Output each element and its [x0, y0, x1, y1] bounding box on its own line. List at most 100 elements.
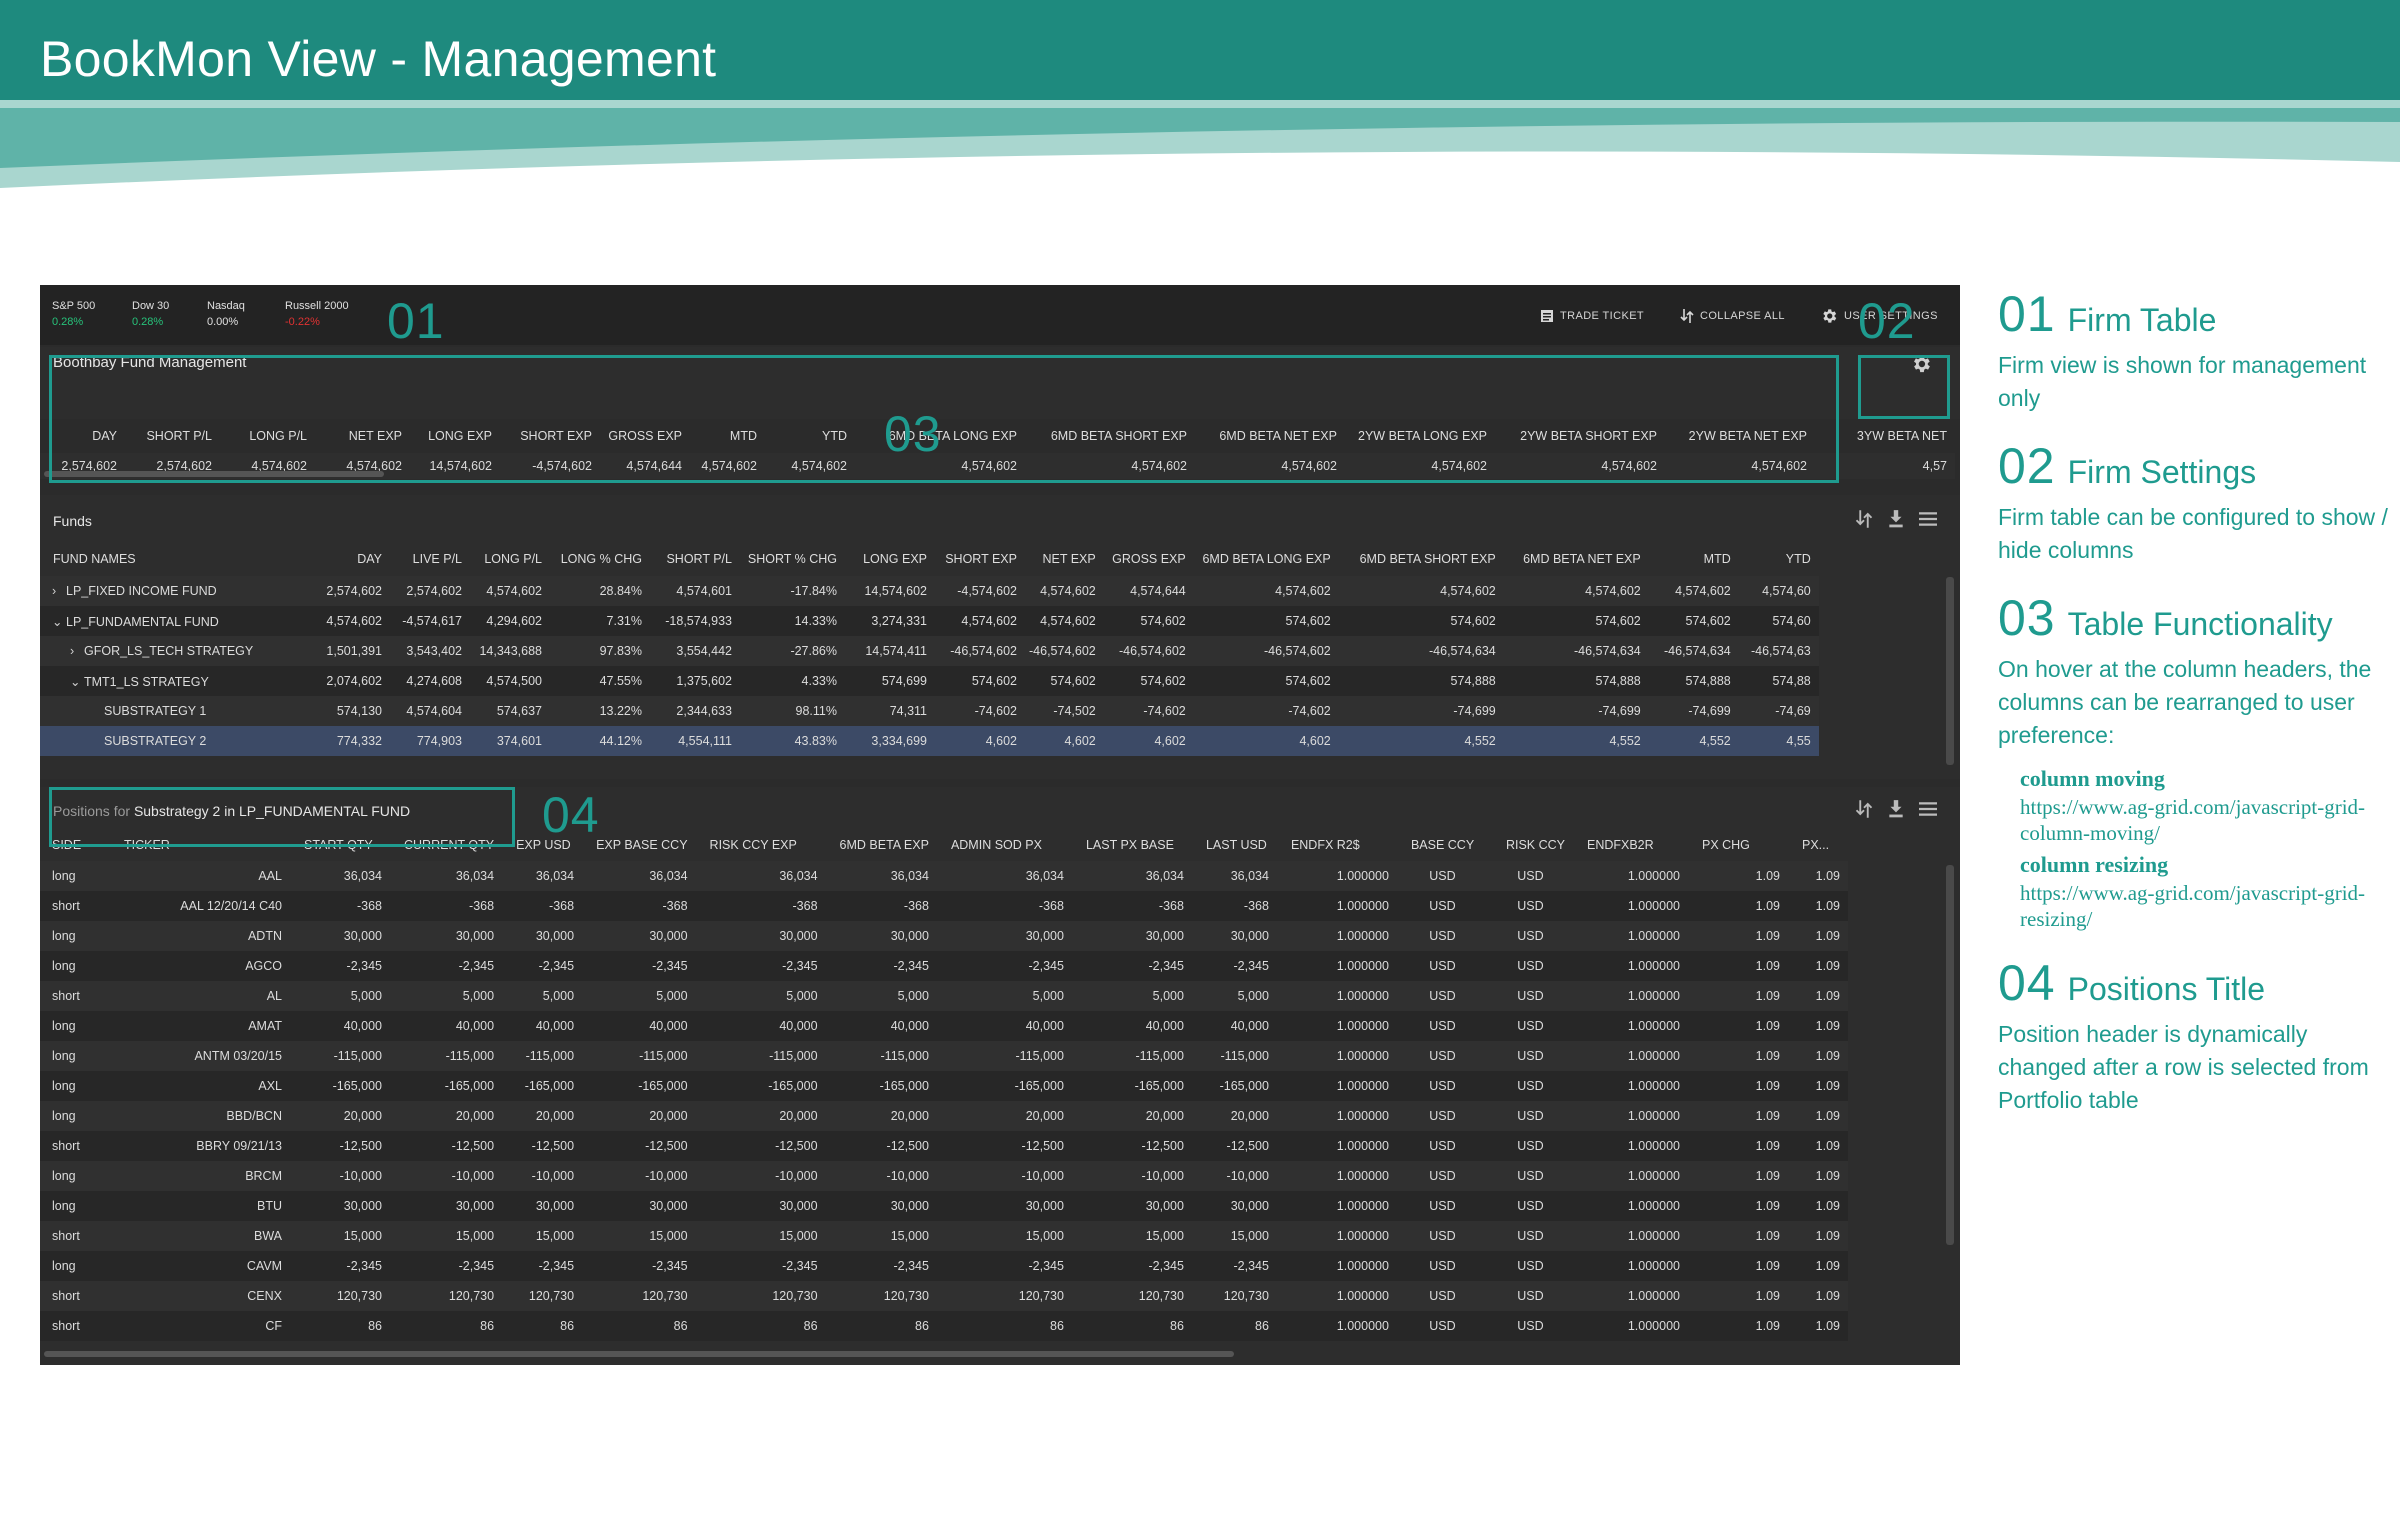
column-header[interactable]: MTD [1649, 542, 1739, 576]
download-icon[interactable] [1887, 799, 1905, 819]
column-header[interactable]: LONG % CHG [550, 542, 650, 576]
fund-cell: 4,602 [1103, 726, 1194, 756]
position-row[interactable]: short BWA 15,000 15,000 15,000 15,000 15,000 15… [40, 1221, 1848, 1251]
position-cell: USD [1491, 1101, 1573, 1131]
column-header[interactable]: PX CHG [1688, 829, 1788, 861]
position-row[interactable]: short CF 86 86 86 86 86 86 86 86 86 1.000000 USD USD 1… [40, 1311, 1848, 1341]
column-header[interactable]: LONG EXP [845, 542, 935, 576]
column-header[interactable]: SHORT P/L [650, 542, 740, 576]
fund-cell: 13.22% [550, 696, 650, 726]
sort-icon[interactable] [1855, 509, 1873, 529]
column-header[interactable]: NET EXP [1025, 542, 1104, 576]
position-cell: 5,000 [936, 981, 1072, 1011]
ticker-cell: AGCO [110, 951, 290, 981]
fund-cell: 4,574,500 [470, 666, 550, 696]
column-header[interactable]: 6MD BETA NET EXP [1504, 542, 1649, 576]
menu-icon[interactable] [1919, 801, 1937, 817]
fund-cell: 574,602 [1338, 606, 1504, 636]
position-row[interactable]: long AXL -165,000 -165,000 -165,000 -165,000-… [40, 1071, 1848, 1101]
ticker-cell: BBD/BCN [110, 1101, 290, 1131]
fund-cell: 574,602 [1103, 666, 1194, 696]
position-row[interactable]: long ANTM 03/20/15 -115,000 -115,000 -115,00… [40, 1041, 1848, 1071]
positions-horizontal-scrollbar[interactable] [44, 1351, 1234, 1357]
position-row[interactable]: short BBRY 09/21/13 -12,500 -12,500 -12,500-… [40, 1131, 1848, 1161]
position-row[interactable]: long AAL 36,034 36,034 36,034 36,034 36,034 36,… [40, 861, 1848, 891]
position-cell: 1.000000 [1572, 1101, 1688, 1131]
position-cell: -368 [1191, 891, 1277, 921]
trade-ticket-button[interactable]: TRADE TICKET [1540, 305, 1644, 327]
position-cell: 1.09 [1687, 1281, 1788, 1311]
position-cell: 1.09 [1687, 1071, 1788, 1101]
column-header[interactable]: SHORT % CHG [740, 542, 845, 576]
position-cell: USD [1491, 1041, 1573, 1071]
position-cell: -165,000 [390, 1071, 503, 1101]
column-header[interactable]: 6MD BETA LONG EXP [1194, 542, 1339, 576]
column-header[interactable]: LONG P/L [470, 542, 550, 576]
positions-vertical-scrollbar[interactable] [1946, 865, 1954, 1245]
collapse-all-button[interactable]: COLLAPSE ALL [1680, 305, 1785, 327]
position-row[interactable]: short CENX 120,730 120,730 120,730 120,730 120… [40, 1281, 1848, 1311]
column-header[interactable]: SHORT EXP [935, 542, 1025, 576]
column-header[interactable]: RISK CCY [1492, 829, 1573, 861]
fund-row[interactable]: ⌄ TMT1_LS STRATEGY 2,074,602 4,274,608 4,574… [40, 666, 1819, 696]
column-header[interactable]: 6MD BETA EXP [826, 829, 937, 861]
column-header[interactable]: 6MD BETA SHORT EXP [1339, 542, 1504, 576]
position-cell: USD [1396, 1041, 1492, 1071]
column-header[interactable]: LAST USD [1192, 829, 1277, 861]
position-row[interactable]: long CAVM -2,345 -2,345 -2,345 -2,345 -2,345 -2… [40, 1251, 1848, 1281]
position-cell: 1.000000 [1572, 1281, 1688, 1311]
ticker-cell: CAVM [110, 1251, 290, 1281]
note-firm-settings: 02 Firm Settings Firm table can be config… [1998, 437, 2398, 567]
position-row[interactable]: long BTU 30,000 30,000 30,000 30,000 30,000 30,… [40, 1191, 1848, 1221]
fund-name: GFOR_LS_TECH STRATEGY [84, 644, 254, 658]
sort-icon[interactable] [1855, 799, 1873, 819]
column-header[interactable]: PX... [1788, 829, 1848, 861]
menu-icon[interactable] [1919, 511, 1937, 527]
fund-row[interactable]: ⌄ LP_FUNDAMENTAL FUND 4,574,602 -4,574,617 4… [40, 606, 1819, 636]
position-cell: 20,000 [290, 1101, 390, 1131]
fund-row[interactable]: SUBSTRATEGY 1 574,130 4,574,604 574,637 13.2… [40, 696, 1819, 726]
position-cell: 5,000 [1071, 981, 1192, 1011]
link-url-column-resizing[interactable]: https://www.ag-grid.com/javascript-grid-… [2020, 880, 2398, 932]
column-header[interactable]: YTD [1739, 542, 1819, 576]
column-header[interactable]: RISK CCY EXP [696, 829, 826, 861]
fund-row[interactable]: SUBSTRATEGY 2 774,332 774,903 374,601 44.12%… [40, 726, 1819, 756]
row-expander-icon[interactable]: › [52, 584, 66, 598]
row-expander-icon[interactable]: › [70, 644, 84, 658]
side-cell: short [40, 1221, 110, 1251]
funds-vertical-scrollbar[interactable] [1946, 577, 1954, 765]
column-header[interactable]: ENDFXB2R [1573, 829, 1688, 861]
column-header[interactable]: DAY [310, 542, 390, 576]
position-row[interactable]: short AAL 12/20/14 C40 -368 -368 -368 -368 -36… [40, 891, 1848, 921]
position-row[interactable]: long BBD/BCN 20,000 20,000 20,000 20,000 20,00… [40, 1101, 1848, 1131]
note-links: column moving https://www.ag-grid.com/ja… [2020, 764, 2398, 932]
position-cell: -2,345 [695, 951, 826, 981]
trade-ticket-label: TRADE TICKET [1560, 310, 1645, 322]
download-icon[interactable] [1887, 509, 1905, 529]
row-expander-icon[interactable]: ⌄ [52, 614, 66, 629]
row-expander-icon[interactable]: ⌄ [70, 674, 84, 689]
position-row[interactable]: short AL 5,000 5,000 5,000 5,000 5,000 5,000 5,0… [40, 981, 1848, 1011]
column-header[interactable]: LAST PX BASE [1072, 829, 1192, 861]
ticker-cell: AXL [110, 1071, 290, 1101]
position-row[interactable]: long ADTN 30,000 30,000 30,000 30,000 30,000 30… [40, 921, 1848, 951]
fund-cell: 98.11% [740, 696, 845, 726]
position-cell: 15,000 [290, 1221, 390, 1251]
market-index-name: Dow 30 [132, 300, 170, 312]
position-row[interactable]: long AMAT 40,000 40,000 40,000 40,000 40,000 40… [40, 1011, 1848, 1041]
column-header[interactable]: BASE CCY [1397, 829, 1492, 861]
column-header[interactable]: GROSS EXP [1104, 542, 1194, 576]
position-cell: -2,345 [695, 1251, 826, 1281]
fund-row[interactable]: › GFOR_LS_TECH STRATEGY 1,501,391 3,543,402… [40, 636, 1819, 666]
position-cell: USD [1396, 981, 1492, 1011]
position-cell: 36,034 [390, 861, 503, 891]
position-row[interactable]: long AGCO -2,345 -2,345 -2,345 -2,345 -2,345 -2… [40, 951, 1848, 981]
column-header[interactable]: ADMIN SOD PX [937, 829, 1072, 861]
column-header[interactable]: ENDFX R2$ [1277, 829, 1397, 861]
position-row[interactable]: long BRCM -10,000 -10,000 -10,000 -10,000 -10,… [40, 1161, 1848, 1191]
link-url-column-moving[interactable]: https://www.ag-grid.com/javascript-grid-… [2020, 794, 2398, 846]
ticker-cell: BWA [110, 1221, 290, 1251]
fund-row[interactable]: › LP_FIXED INCOME FUND 2,574,602 2,574,602 4… [40, 576, 1819, 606]
column-header[interactable]: FUND NAMES [40, 542, 310, 576]
column-header[interactable]: LIVE P/L [390, 542, 470, 576]
